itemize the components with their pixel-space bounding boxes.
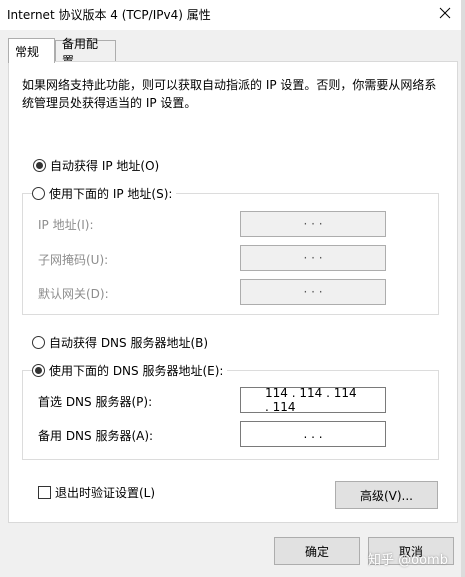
radio-auto-ip-label: 自动获得 IP 地址(O) <box>50 159 160 173</box>
close-button[interactable] <box>430 0 460 26</box>
validate-on-exit-label: 退出时验证设置(L) <box>55 486 156 500</box>
radio-manual-ip-label: 使用下面的 IP 地址(S): <box>49 187 173 201</box>
alternate-dns-value: . . . <box>303 427 323 441</box>
advanced-button-label: 高级(V)... <box>359 488 414 503</box>
tab-general[interactable]: 常规 <box>8 38 55 63</box>
tab-general-label: 常规 <box>15 44 40 59</box>
watermark: 知乎 @oomb <box>368 553 448 568</box>
radio-manual-dns-label: 使用下面的 DNS 服务器地址(E): <box>49 364 224 378</box>
subnet-mask-dots: · · · <box>303 251 323 265</box>
ip-address-dots: · · · <box>303 217 323 231</box>
radio-auto-dns[interactable]: 自动获得 DNS 服务器地址(B) <box>32 334 213 351</box>
radio-auto-ip-indicator <box>33 159 46 172</box>
window-title: Internet 协议版本 4 (TCP/IPv4) 属性 <box>7 8 211 22</box>
alternate-dns-input[interactable]: . . . <box>240 421 386 447</box>
default-gateway-dots: · · · <box>303 285 323 299</box>
ok-button-label: 确定 <box>304 544 329 559</box>
radio-manual-dns-indicator <box>32 364 45 377</box>
radio-manual-dns[interactable]: 使用下面的 DNS 服务器地址(E): <box>32 362 228 379</box>
ip-address-input: · · · <box>240 211 386 237</box>
tab-alternate-configuration[interactable]: 备用配置 <box>55 37 116 68</box>
preferred-dns-value: 114 . 114 . 114 . 114 <box>265 386 357 414</box>
intro-text: 如果网络支持此功能，则可以获取自动指派的 IP 设置。否则，你需要从网络系统管理… <box>22 78 437 110</box>
background-window-edge <box>461 0 465 577</box>
default-gateway-label: 默认网关(D): <box>38 287 109 301</box>
close-icon <box>439 7 451 19</box>
subnet-mask-input: · · · <box>240 245 386 271</box>
preferred-dns-label: 首选 DNS 服务器(P): <box>38 395 153 409</box>
preferred-dns-input[interactable]: 114 . 114 . 114 . 114 <box>240 386 386 414</box>
radio-auto-dns-label: 自动获得 DNS 服务器地址(B) <box>49 336 209 350</box>
ip-address-label: IP 地址(I): <box>38 218 94 232</box>
title-bar: Internet 协议版本 4 (TCP/IPv4) 属性 <box>0 0 465 30</box>
alternate-dns-label: 备用 DNS 服务器(A): <box>38 429 154 443</box>
radio-auto-ip[interactable]: 自动获得 IP 地址(O) <box>33 157 164 174</box>
validate-on-exit-box <box>38 486 51 499</box>
validate-on-exit-checkbox[interactable]: 退出时验证设置(L) <box>38 484 155 501</box>
subnet-mask-label: 子网掩码(U): <box>38 253 109 267</box>
radio-manual-ip-indicator <box>32 187 45 200</box>
radio-auto-dns-indicator <box>32 336 45 349</box>
advanced-button[interactable]: 高级(V)... <box>335 481 438 509</box>
ok-button[interactable]: 确定 <box>274 537 360 565</box>
radio-manual-ip[interactable]: 使用下面的 IP 地址(S): <box>32 185 177 202</box>
default-gateway-input: · · · <box>240 279 386 305</box>
